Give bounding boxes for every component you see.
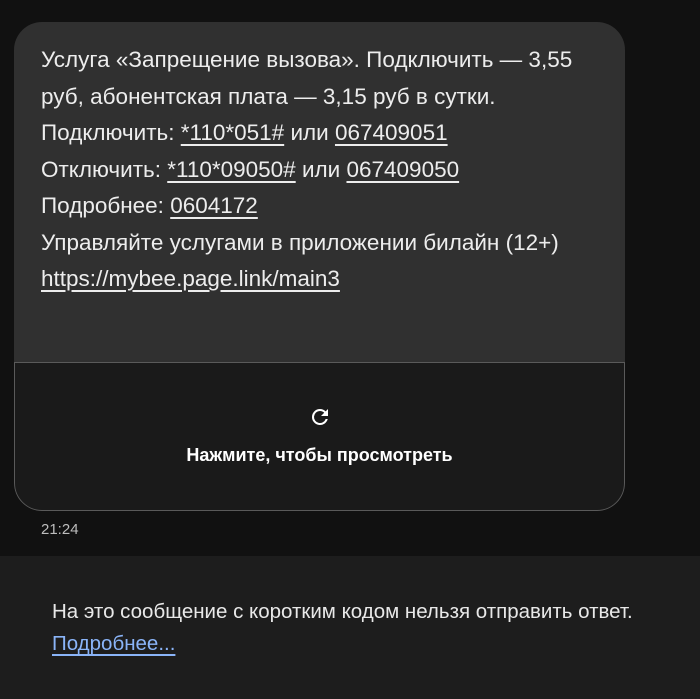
preview-label: Нажмите, чтобы просмотреть [186,445,453,465]
or-text: или [295,156,347,182]
app-link[interactable]: https://mybee.page.link/main3 [41,266,340,291]
manage-text: Управляйте услугами в приложении билайн … [41,229,559,255]
service-description: Услуга «Запрещение вызова». Подключить —… [41,47,573,109]
disconnect-number-link[interactable]: 067409050 [346,157,459,182]
message-text: Услуга «Запрещение вызова». Подключить —… [41,42,611,298]
disconnect-line: Отключить: *110*09050# или 067409050 [41,152,611,189]
connect-line: Подключить: *110*051# или 067409051 [41,115,611,152]
connect-label: Подключить: [41,120,181,145]
message-bubble[interactable]: Услуга «Запрещение вызова». Подключить —… [14,22,625,511]
reply-disabled-banner: На это сообщение с коротким кодом нельзя… [0,556,700,699]
disconnect-label: Отключить: [41,156,168,182]
or-text: или [284,120,335,145]
details-number-link[interactable]: 0604172 [170,193,258,218]
reply-disabled-text: На это сообщение с коротким кодом нельзя… [52,600,633,623]
manage-line: Управляйте услугами в приложении билайн … [41,225,611,298]
details-line: Подробнее: 0604172 [41,188,611,225]
reply-disabled-notice: На это сообщение с коротким кодом нельзя… [52,596,652,660]
connect-code-link[interactable]: *110*051# [181,120,284,145]
details-label: Подробнее: [41,193,171,218]
message-timestamp: 21:24 [41,521,79,538]
connect-number-link[interactable]: 067409051 [335,120,448,145]
learn-more-link[interactable]: Подробнее... [52,632,175,655]
disconnect-code-link[interactable]: *110*09050# [167,157,295,182]
reload-icon [311,409,328,425]
link-preview-button[interactable]: Нажмите, чтобы просмотреть [14,362,625,511]
